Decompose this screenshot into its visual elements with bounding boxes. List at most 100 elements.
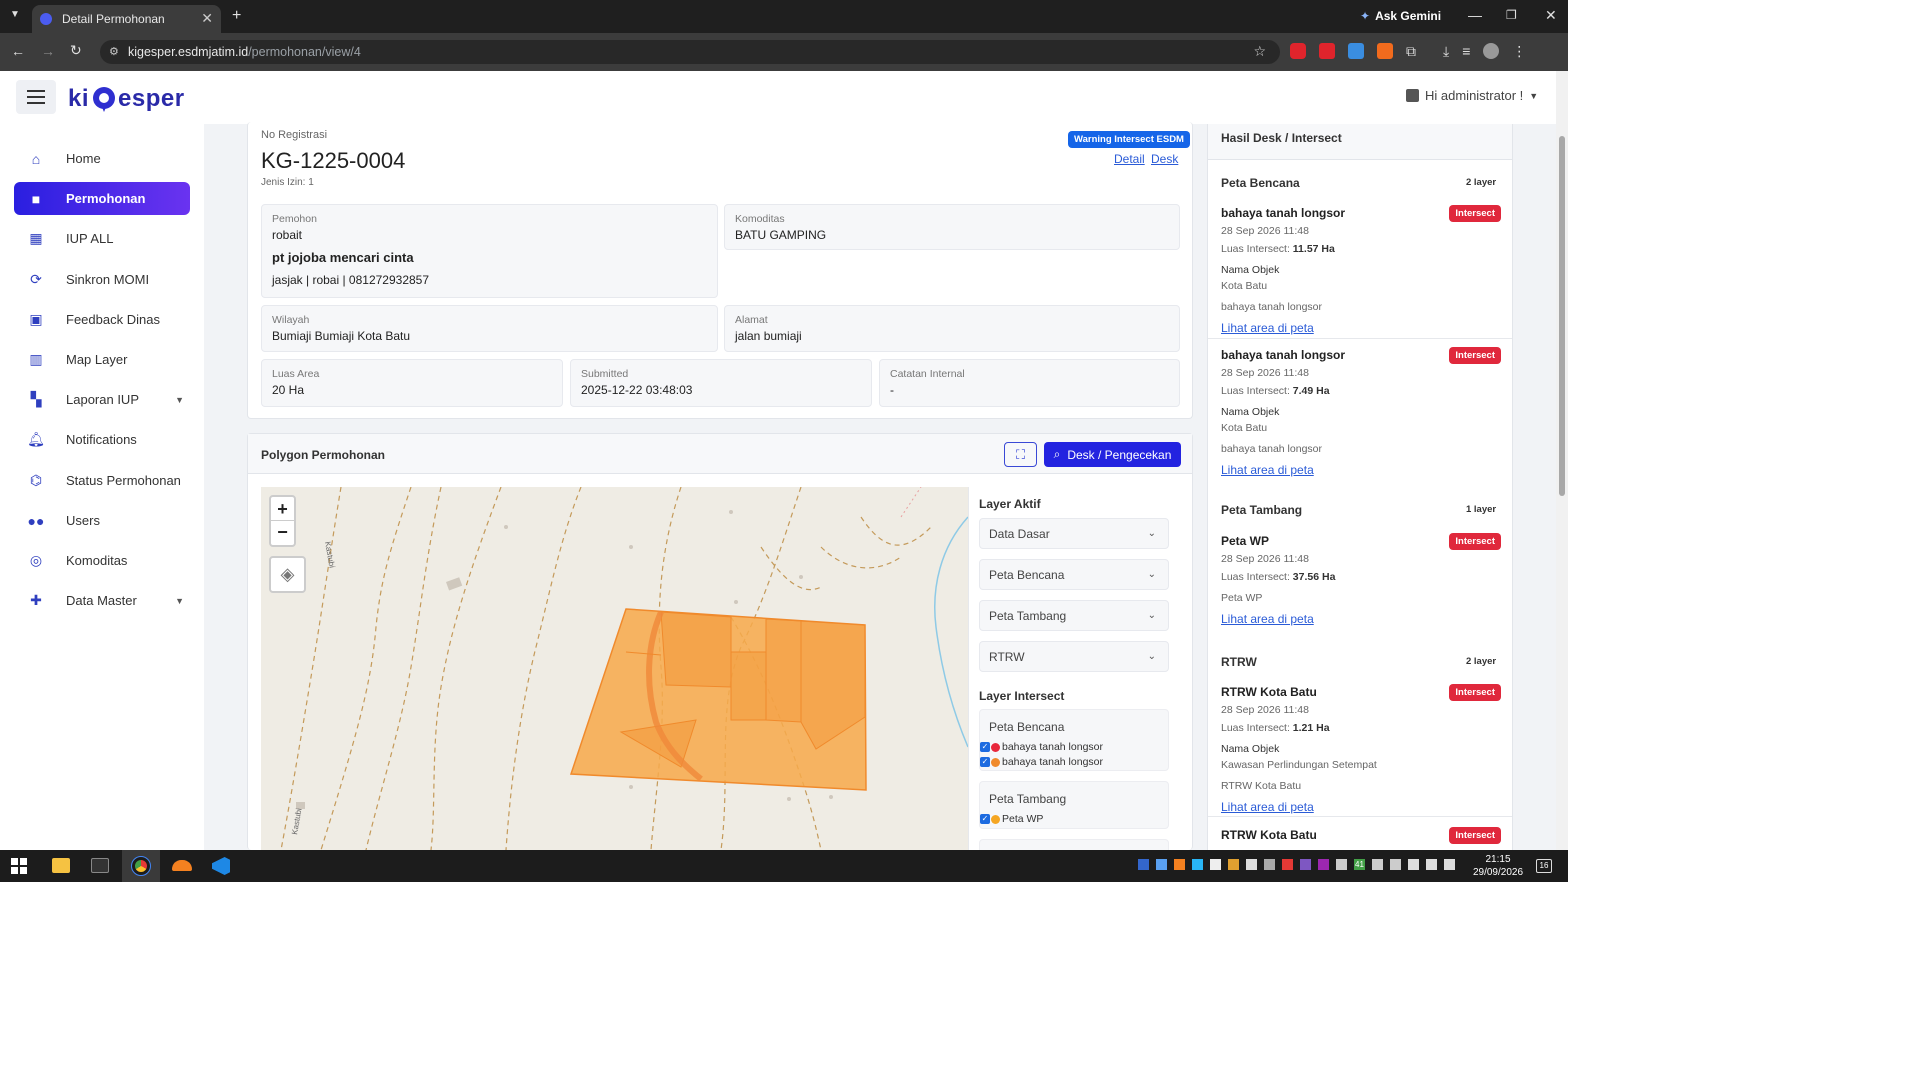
security-icon[interactable] [1371,859,1383,870]
extension-icon[interactable] [1348,43,1364,59]
reload-icon[interactable]: ↻ [70,42,82,59]
intersect-badge: Intersect [1449,205,1501,222]
layer-dropdown-data-dasar[interactable]: Data Dasar ⌄ [979,518,1169,549]
tray-icon[interactable] [1264,859,1275,870]
layer-dropdown-rtrw[interactable]: RTRW ⌄ [979,641,1169,672]
download-icon[interactable]: ⤓ [1443,43,1449,60]
close-tab-icon[interactable]: ✕ [201,10,213,27]
layers-icon: ◈ [280,564,295,584]
hasil-item: Peta WP Intersect 28 Sep 2026 11:48 Luas… [1221,533,1501,626]
file-explorer-icon[interactable] [52,858,70,873]
alamat-label: Alamat [735,314,768,326]
tray-icon[interactable] [1138,859,1149,870]
checkbox-checked-icon[interactable]: ✓ [980,742,990,752]
extensions-puzzle-icon[interactable]: ⧉ [1406,43,1416,60]
window-close-icon[interactable]: ✕ [1545,7,1557,24]
checkbox-checked-icon[interactable]: ✓ [980,814,990,824]
windows-start-icon[interactable] [11,858,27,874]
sidebar-item-permohonan[interactable]: ■ Permohonan [14,182,190,215]
clock[interactable]: 21:15 29/09/2026 [1470,853,1526,879]
tray-icon[interactable] [1210,859,1221,870]
sidebar-item-iup-all[interactable]: ▦ IUP ALL [14,222,190,255]
tray-icon[interactable] [1389,859,1401,870]
os-taskbar: 41 21:15 29/09/2026 16 [0,850,1568,882]
scrollbar-thumb[interactable] [1559,136,1565,496]
reading-list-icon[interactable]: ≡ [1462,43,1470,60]
tray-badge[interactable]: 41 [1354,859,1365,870]
page-scrollbar[interactable] [1556,71,1568,850]
extension-icon[interactable] [1319,43,1335,59]
tray-icon[interactable] [1282,859,1293,870]
layer-dropdown-peta-tambang[interactable]: Peta Tambang ⌄ [979,600,1169,631]
tray-icon[interactable] [1318,859,1329,870]
extension-icon[interactable] [1290,43,1306,59]
cloudflare-icon[interactable] [172,860,192,871]
zoom-in-button[interactable]: + [271,497,294,521]
browser-menu-icon[interactable]: ⋮ [1512,43,1526,60]
intersect-checkbox-item[interactable]: ✓ Peta WP [980,813,1043,825]
catatan-value: - [890,383,894,397]
site-info-icon[interactable]: ⚙ [109,45,119,58]
lihat-area-link[interactable]: Lihat area di peta [1221,321,1501,335]
tray-icon[interactable] [1228,859,1239,870]
profile-avatar[interactable] [1483,43,1500,59]
sidebar-item-home[interactable]: ⌂ Home [14,142,190,175]
tab-search-icon[interactable]: ▼ [10,9,20,20]
network-icon[interactable] [1407,859,1419,870]
lihat-area-link[interactable]: Lihat area di peta [1221,463,1501,477]
desk-pengecekan-button[interactable]: ⌕ Desk / Pengecekan [1044,442,1181,467]
back-icon[interactable]: ← [11,43,25,59]
layer-dropdown-label: Data Dasar [989,526,1050,541]
bluetooth-icon[interactable] [1336,859,1347,870]
vscode-icon[interactable] [212,857,230,875]
sidebar-item-sinkron-momi[interactable]: ⟳ Sinkron MOMI [14,263,190,296]
forward-icon[interactable]: → [41,43,55,59]
divider [1208,338,1512,339]
layer-dropdown-peta-bencana[interactable]: Peta Bencana ⌄ [979,559,1169,590]
sidebar-item-label: Laporan IUP [66,392,139,407]
extension-icon[interactable] [1377,43,1393,59]
ask-gemini-button[interactable]: ✦ Ask Gemini [1360,9,1441,23]
user-menu[interactable]: Hi administrator ! ▼ [1406,88,1538,103]
intersect-checkbox-item[interactable]: ✓ bahaya tanah longsor [980,741,1103,753]
volume-icon[interactable] [1425,859,1437,870]
lihat-area-link[interactable]: Lihat area di peta [1221,800,1501,814]
sidebar-item-status-permohonan[interactable]: ⌬ Status Permohonan [14,464,190,497]
hasil-layer-name: RTRW Kota Batu [1221,780,1302,792]
tray-icon[interactable] [1300,859,1311,870]
layers-control-button[interactable]: ◈ [269,556,306,593]
detail-link[interactable]: Detail [1114,152,1145,166]
sidebar-toggle-button[interactable] [16,80,56,114]
new-tab-icon[interactable]: + [232,7,241,25]
sidebar-item-komoditas[interactable]: ◎ Komoditas [14,544,190,577]
desk-link[interactable]: Desk [1151,152,1178,166]
browser-tab[interactable]: Detail Permohonan ✕ [32,5,221,33]
sidebar-item-users[interactable]: ●● Users [14,504,190,537]
notification-center-icon[interactable]: 16 [1536,859,1552,873]
sidebar-item-notifications[interactable]: 🔔︎ Notifications [14,423,190,456]
sidebar-item-map-layer[interactable]: ▥ Map Layer [14,343,190,376]
tray-icon[interactable] [1246,859,1257,870]
sidebar-item-laporan-iup[interactable]: ▚ Laporan IUP ▼ [14,383,190,416]
tray-icon[interactable] [1174,859,1185,870]
lihat-area-link[interactable]: Lihat area di peta [1221,612,1501,626]
checkbox-checked-icon[interactable]: ✓ [980,757,990,767]
sidebar-item-label: Komoditas [66,553,128,568]
zoom-out-button[interactable]: − [271,521,294,545]
tray-icon[interactable] [1156,859,1167,870]
fullscreen-button[interactable]: ⛶ [1004,442,1037,467]
tray-icon[interactable] [1192,859,1203,870]
app-logo[interactable]: ki esper [68,82,186,125]
minimize-icon[interactable]: — [1468,7,1482,23]
sidebar-item-data-master[interactable]: ✚ Data Master ▼ [14,584,190,617]
chrome-icon[interactable] [131,856,151,876]
terminal-icon[interactable] [91,858,109,873]
address-bar[interactable]: ⚙ kigesper.esdmjatim.id/permohonan/view/… [100,40,1280,64]
intersect-checkbox-item[interactable]: ✓ bahaya tanah longsor [980,756,1103,768]
battery-icon[interactable] [1443,859,1455,870]
restore-icon[interactable]: ❐ [1506,8,1517,22]
bookmark-star-icon[interactable]: ☆ [1253,43,1266,60]
sidebar-item-feedback-dinas[interactable]: ▣ Feedback Dinas [14,303,190,336]
map-view[interactable]: Kastubi Kastubi + − ◈ [261,487,968,850]
layer-dropdown-label: RTRW [989,649,1025,664]
